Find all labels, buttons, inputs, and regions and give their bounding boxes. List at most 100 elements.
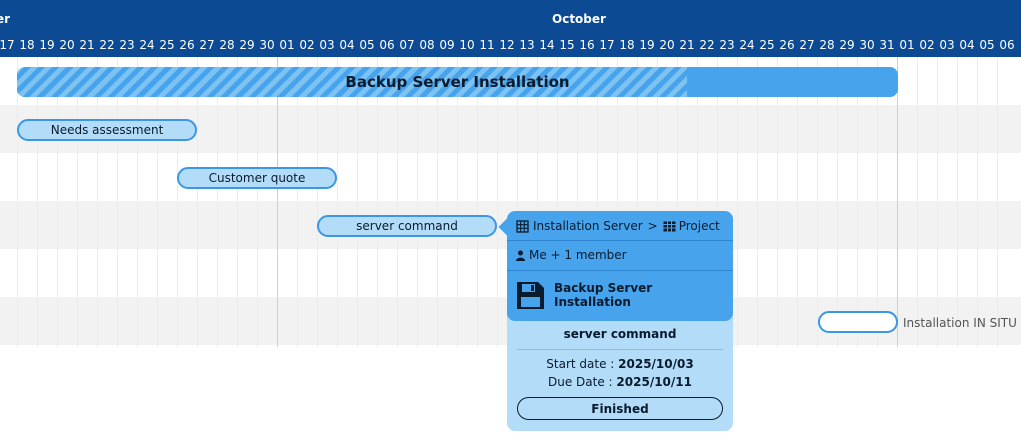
breadcrumb-workspace[interactable]: Installation Server bbox=[533, 219, 643, 233]
day-label: 06 bbox=[379, 38, 395, 52]
day-grid-line bbox=[417, 57, 418, 347]
day-label: 13 bbox=[519, 38, 535, 52]
day-label: 24 bbox=[739, 38, 755, 52]
day-label: 20 bbox=[659, 38, 675, 52]
day-label: 28 bbox=[219, 38, 235, 52]
day-label: 12 bbox=[499, 38, 515, 52]
day-grid-line bbox=[737, 57, 738, 347]
floppy-disk-icon bbox=[516, 281, 545, 310]
day-label: 06 bbox=[999, 38, 1015, 52]
day-label: 30 bbox=[859, 38, 875, 52]
day-label: 04 bbox=[959, 38, 975, 52]
day-label: 19 bbox=[39, 38, 55, 52]
day-grid-line bbox=[997, 57, 998, 347]
day-grid-line bbox=[337, 57, 338, 347]
due-date-value: 2025/10/11 bbox=[616, 375, 692, 389]
day-grid-line bbox=[357, 57, 358, 347]
day-grid-line bbox=[477, 57, 478, 347]
day-label: 02 bbox=[919, 38, 935, 52]
day-label: 28 bbox=[819, 38, 835, 52]
day-label: 18 bbox=[619, 38, 635, 52]
day-label: 20 bbox=[59, 38, 75, 52]
grid-icon bbox=[516, 219, 529, 233]
breadcrumb-project[interactable]: Project bbox=[679, 219, 720, 233]
popup-breadcrumb: Installation Server > Project bbox=[507, 217, 733, 235]
day-label: 26 bbox=[179, 38, 195, 52]
day-grid-line bbox=[257, 57, 258, 347]
month-boundary-line bbox=[897, 57, 898, 347]
popup-header-panel: Installation Server > Project Me + 1 mem… bbox=[507, 211, 733, 321]
due-date-label: Due Date : bbox=[548, 375, 617, 389]
day-label: 04 bbox=[339, 38, 355, 52]
day-label: 08 bbox=[419, 38, 435, 52]
day-label: 16 bbox=[579, 38, 595, 52]
day-label: 05 bbox=[979, 38, 995, 52]
task-bar-customer-quote[interactable]: Customer quote bbox=[177, 167, 337, 189]
day-label: 11 bbox=[479, 38, 495, 52]
day-label: 15 bbox=[559, 38, 575, 52]
popup-task-name: server command bbox=[563, 327, 677, 341]
breadcrumb-separator: > bbox=[647, 219, 658, 233]
day-label: 17 bbox=[599, 38, 615, 52]
day-grid-line bbox=[397, 57, 398, 347]
day-grid-line bbox=[797, 57, 798, 347]
month-label-october: October bbox=[552, 12, 606, 26]
day-grid-line bbox=[817, 57, 818, 347]
popup-divider bbox=[517, 349, 723, 350]
day-label: 25 bbox=[759, 38, 775, 52]
members-text: Me + 1 member bbox=[529, 248, 627, 262]
day-label: 07 bbox=[399, 38, 415, 52]
task-label-installation-in-situ: Installation IN SITU bbox=[903, 316, 1017, 330]
day-grid-line bbox=[137, 57, 138, 347]
day-label: 21 bbox=[79, 38, 95, 52]
day-label: 23 bbox=[719, 38, 735, 52]
start-date-label: Start date : bbox=[546, 357, 619, 371]
day-label: 21 bbox=[679, 38, 695, 52]
popup-project-name[interactable]: Backup Server Installation bbox=[554, 281, 733, 309]
day-label: 24 bbox=[139, 38, 155, 52]
task-bar-installation-in-situ[interactable] bbox=[818, 311, 898, 333]
month-label-september: er bbox=[0, 12, 11, 26]
day-grid-line bbox=[97, 57, 98, 347]
day-grid-line bbox=[977, 57, 978, 347]
day-grid-line bbox=[57, 57, 58, 347]
day-label: 17 bbox=[0, 38, 15, 52]
popup-separator bbox=[507, 270, 733, 271]
day-label: 25 bbox=[159, 38, 175, 52]
day-grid-line bbox=[777, 57, 778, 347]
day-label: 02 bbox=[299, 38, 315, 52]
day-grid-line bbox=[377, 57, 378, 347]
popup-separator bbox=[507, 240, 733, 241]
task-bar-needs-assessment[interactable]: Needs assessment bbox=[17, 119, 197, 141]
timeline-header: er October 17 18 19 20 21 22 23 24 25 26 27 28 29 30 0… bbox=[0, 0, 1021, 57]
day-label: 29 bbox=[239, 38, 255, 52]
day-label: 10 bbox=[459, 38, 475, 52]
day-grid-line bbox=[937, 57, 938, 347]
day-label: 27 bbox=[799, 38, 815, 52]
day-grid-line bbox=[497, 57, 498, 347]
summary-bar-backup-server-installation[interactable]: Backup Server Installation bbox=[17, 67, 898, 97]
summary-bar-label: Backup Server Installation bbox=[345, 73, 570, 91]
day-grid-line bbox=[437, 57, 438, 347]
day-label: 05 bbox=[359, 38, 375, 52]
day-grid-line bbox=[857, 57, 858, 347]
day-grid-line bbox=[297, 57, 298, 347]
day-label: 09 bbox=[439, 38, 455, 52]
task-bar-server-command[interactable]: server command bbox=[317, 215, 497, 237]
day-label: 14 bbox=[539, 38, 555, 52]
day-label: 22 bbox=[699, 38, 715, 52]
day-grid-line bbox=[177, 57, 178, 347]
day-label: 18 bbox=[19, 38, 35, 52]
month-boundary-line bbox=[277, 57, 278, 347]
day-grid-line bbox=[917, 57, 918, 347]
day-grid-line bbox=[37, 57, 38, 347]
day-label: 26 bbox=[779, 38, 795, 52]
day-label: 29 bbox=[839, 38, 855, 52]
user-icon bbox=[516, 250, 525, 261]
day-label: 19 bbox=[639, 38, 655, 52]
day-label: 03 bbox=[939, 38, 955, 52]
day-label: 22 bbox=[99, 38, 115, 52]
day-grid-line bbox=[157, 57, 158, 347]
start-date-value: 2025/10/03 bbox=[618, 357, 694, 371]
day-label: 23 bbox=[119, 38, 135, 52]
